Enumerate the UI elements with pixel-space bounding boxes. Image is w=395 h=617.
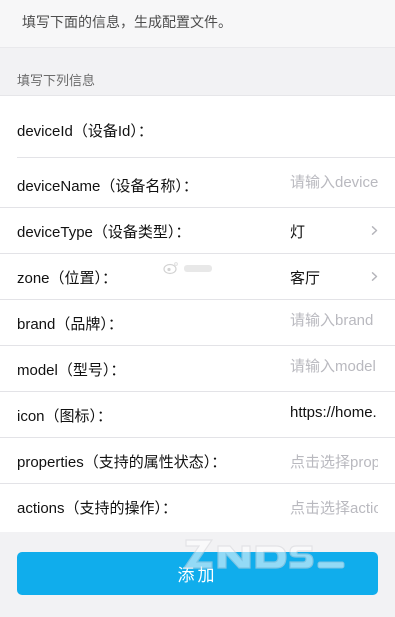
brand-input[interactable] (290, 312, 378, 329)
intro-text: 填写下面的信息，生成配置文件。 (22, 14, 232, 30)
field-row-device-id: deviceId（设备Id）： (0, 96, 395, 158)
chevron-right-icon[interactable] (370, 226, 379, 235)
model-input[interactable] (290, 358, 378, 375)
icon-url-label: icon（图标）： (17, 408, 113, 425)
field-row-device-type[interactable]: deviceType（设备类型）： 灯 (0, 208, 395, 254)
properties-picker[interactable]: 点击选择properties (290, 451, 378, 472)
model-label: model（型号）： (17, 362, 126, 379)
device-id-input[interactable] (290, 120, 378, 137)
field-row-actions[interactable]: actions（支持的操作）： 点击选择actions (0, 484, 395, 530)
device-name-input[interactable] (290, 174, 378, 191)
field-row-device-name: deviceName（设备名称）： (0, 162, 395, 208)
device-form: deviceId（设备Id）： deviceName（设备名称）： device… (0, 95, 395, 532)
device-type-select-value[interactable]: 灯 (290, 221, 360, 242)
properties-label: properties（支持的属性状态）： (17, 454, 227, 471)
intro-banner: 填写下面的信息，生成配置文件。 (0, 0, 395, 48)
field-row-properties[interactable]: properties（支持的属性状态）： 点击选择properties (0, 438, 395, 484)
watermark-icon (163, 262, 212, 275)
field-row-brand: brand（品牌）： (0, 300, 395, 346)
watermark-logo (182, 539, 345, 569)
chevron-right-icon[interactable] (370, 272, 379, 281)
field-row-model: model（型号）： (0, 346, 395, 392)
device-type-label: deviceType（设备类型）： (17, 224, 191, 241)
actions-picker[interactable]: 点击选择actions (290, 497, 378, 518)
zone-label: zone（位置）： (17, 270, 118, 287)
field-row-icon: icon（图标）： (0, 392, 395, 438)
section-label: 填写下列信息 (17, 73, 96, 88)
device-name-label: deviceName（设备名称）： (17, 178, 198, 195)
divider (17, 157, 395, 158)
device-id-label: deviceId（设备Id）： (17, 123, 153, 140)
brand-label: brand（品牌）： (17, 316, 123, 333)
icon-url-input[interactable] (290, 404, 378, 421)
actions-label: actions（支持的操作）： (17, 500, 178, 517)
zone-select-value[interactable]: 客厅 (290, 267, 360, 288)
